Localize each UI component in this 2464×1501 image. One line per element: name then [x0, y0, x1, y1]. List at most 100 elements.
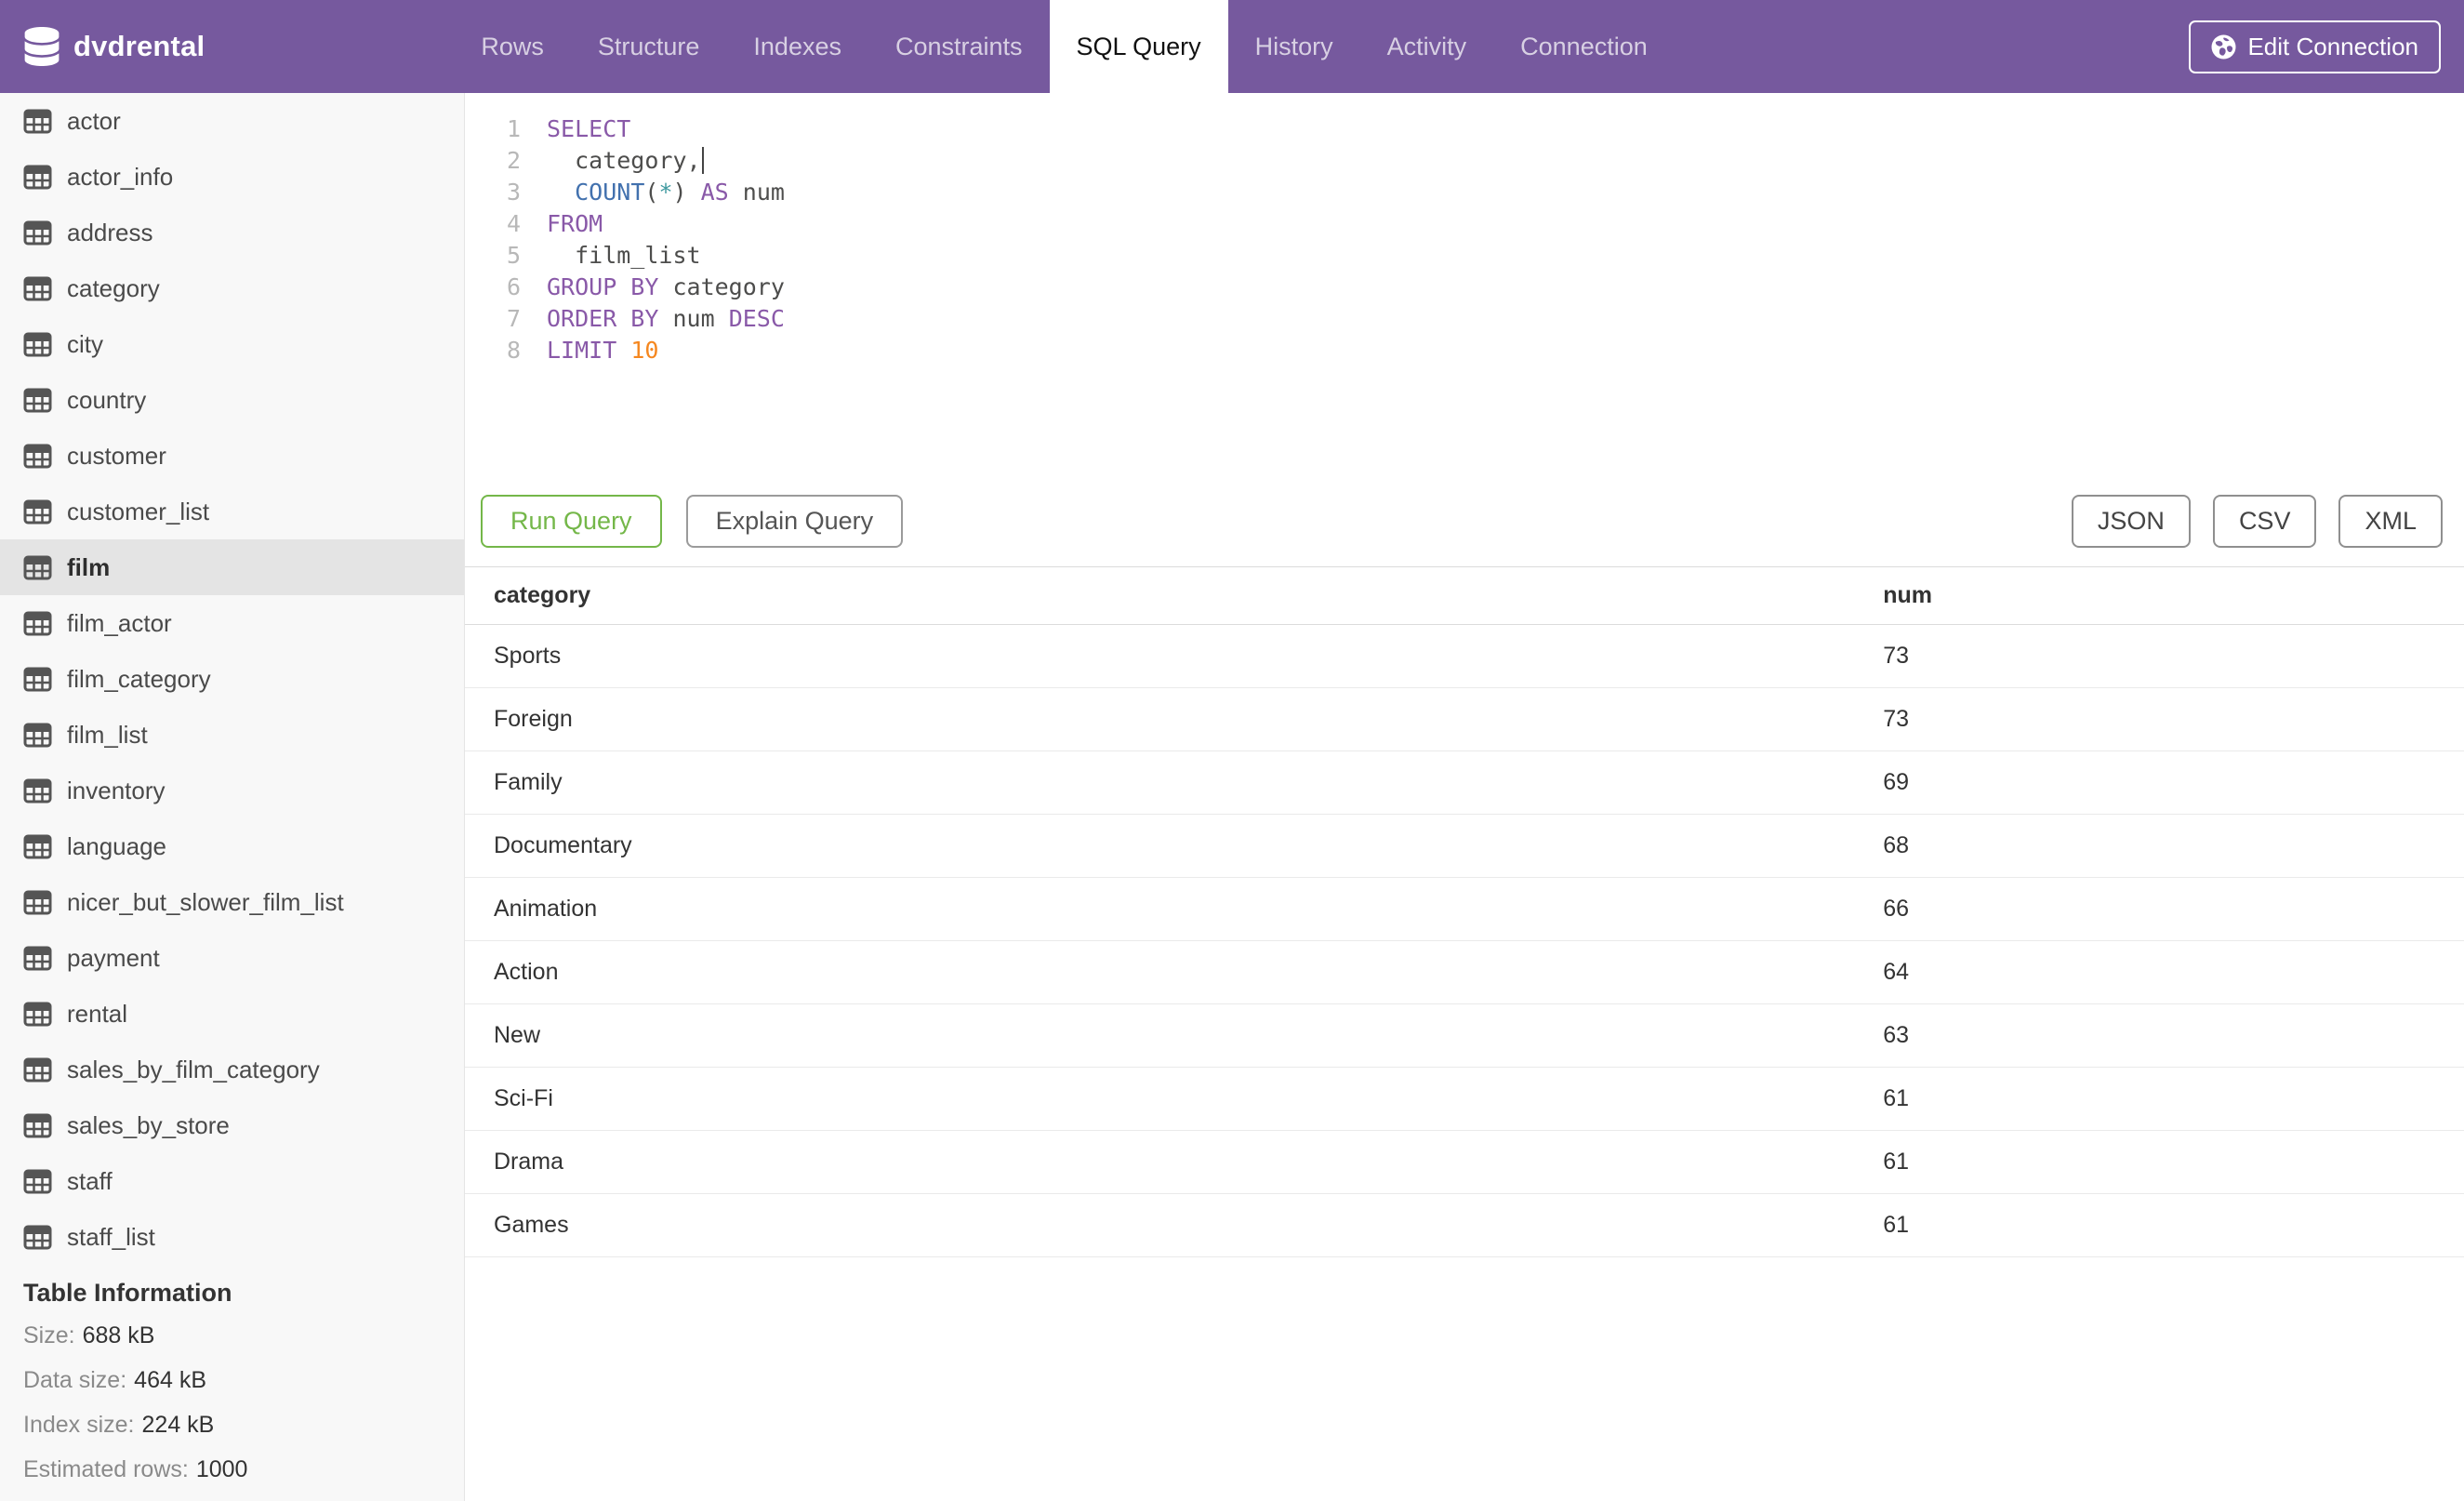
sidebar-table-item-film-list[interactable]: film_list	[0, 707, 464, 763]
cell-num[interactable]: 73	[1854, 687, 2464, 751]
cell-category[interactable]: Sci-Fi	[465, 1067, 1855, 1131]
code-line: 4 FROM	[465, 208, 2464, 240]
result-row[interactable]: Animation 66	[465, 877, 2464, 941]
result-row[interactable]: New 63	[465, 1003, 2464, 1068]
column-header-category: category	[465, 566, 1855, 625]
cell-category[interactable]: Drama	[465, 1130, 1855, 1194]
cell-category[interactable]: Games	[465, 1193, 1855, 1257]
sidebar-table-item-actor[interactable]: actor	[0, 93, 464, 149]
table-name: payment	[67, 943, 160, 972]
cell-category[interactable]: Family	[465, 750, 1855, 815]
table-icon	[23, 778, 52, 803]
tab-activity[interactable]: Activity	[1360, 0, 1494, 93]
run-query-button[interactable]: Run Query	[481, 495, 662, 548]
cell-category[interactable]: Action	[465, 940, 1855, 1004]
tab-indexes[interactable]: Indexes	[726, 0, 868, 93]
table-name: actor	[67, 106, 121, 135]
results-area: category num Sports 73 Foreign 73 Family…	[465, 566, 2464, 1501]
result-row[interactable]: Drama 61	[465, 1130, 2464, 1194]
sidebar-table-item-sales-by-film-category[interactable]: sales_by_film_category	[0, 1042, 464, 1097]
sidebar-table-item-staff[interactable]: staff	[0, 1153, 464, 1209]
edit-connection-button[interactable]: Edit Connection	[2189, 20, 2441, 73]
cell-category[interactable]: Animation	[465, 877, 1855, 941]
table-info-stat: Data size: 464 kB	[23, 1366, 207, 1393]
cell-category[interactable]: Foreign	[465, 687, 1855, 751]
cell-num[interactable]: 66	[1854, 877, 2464, 941]
tab-history[interactable]: History	[1228, 0, 1360, 93]
sidebar-table-item-customer-list[interactable]: customer_list	[0, 484, 464, 539]
result-row[interactable]: Documentary 68	[465, 814, 2464, 878]
sidebar-table-item-actor-info[interactable]: actor_info	[0, 149, 464, 205]
table-icon	[23, 1225, 52, 1249]
code-line: 7 ORDER BY num DESC	[465, 303, 2464, 335]
export-button-csv[interactable]: CSV	[2212, 495, 2317, 548]
cell-category[interactable]: New	[465, 1003, 1855, 1068]
table-icon	[23, 332, 52, 356]
export-button-xml[interactable]: XML	[2338, 495, 2443, 548]
result-row[interactable]: Family 69	[465, 750, 2464, 815]
result-row[interactable]: Foreign 73	[465, 687, 2464, 751]
table-name: category	[67, 273, 160, 302]
sql-editor[interactable]: 1 SELECT 2 category, 3 COUNT(*) AS num 4…	[465, 93, 2464, 366]
table-name: customer	[67, 441, 166, 470]
result-row[interactable]: Games 61	[465, 1193, 2464, 1257]
cell-num[interactable]: 73	[1854, 624, 2464, 688]
code-line: 8 LIMIT 10	[465, 335, 2464, 366]
tab-constraints[interactable]: Constraints	[868, 0, 1050, 93]
table-icon	[23, 834, 52, 858]
table-icon	[23, 1169, 52, 1193]
sidebar-table-item-sales-by-store[interactable]: sales_by_store	[0, 1097, 464, 1153]
sidebar-table-item-payment[interactable]: payment	[0, 930, 464, 986]
sidebar-table-item-film[interactable]: film	[0, 539, 464, 595]
tab-sql-query[interactable]: SQL Query	[1049, 0, 1228, 93]
sidebar-table-item-film-actor[interactable]: film_actor	[0, 595, 464, 651]
table-icon	[23, 1113, 52, 1137]
sidebar-table-item-country[interactable]: country	[0, 372, 464, 428]
table-icon	[23, 388, 52, 412]
cell-category[interactable]: Sports	[465, 624, 1855, 688]
cell-category[interactable]: Documentary	[465, 814, 1855, 878]
sidebar-table-item-city[interactable]: city	[0, 316, 464, 372]
table-info-stat: Size: 688 kB	[23, 1322, 155, 1348]
cell-num[interactable]: 61	[1854, 1067, 2464, 1131]
table-icon	[23, 1057, 52, 1082]
sidebar-table-item-inventory[interactable]: inventory	[0, 763, 464, 818]
table-icon	[23, 723, 52, 747]
table-name: film_category	[67, 664, 211, 693]
table-name: city	[67, 329, 103, 358]
globe-icon	[2211, 34, 2236, 59]
table-name: nicer_but_slower_film_list	[67, 887, 344, 916]
sidebar-table-item-nicer-but-slower-film-list[interactable]: nicer_but_slower_film_list	[0, 874, 464, 930]
line-number: 3	[506, 179, 521, 206]
code-line: 3 COUNT(*) AS num	[465, 177, 2464, 208]
result-row[interactable]: Action 64	[465, 940, 2464, 1004]
explain-query-button[interactable]: Explain Query	[685, 495, 904, 548]
sidebar-table-item-staff-list[interactable]: staff_list	[0, 1209, 464, 1265]
cell-num[interactable]: 61	[1854, 1130, 2464, 1194]
column-header-num: num	[1854, 566, 2464, 625]
cell-num[interactable]: 69	[1854, 750, 2464, 815]
tab-connection[interactable]: Connection	[1493, 0, 1675, 93]
result-row[interactable]: Sports 73	[465, 624, 2464, 688]
tab-rows[interactable]: Rows	[454, 0, 571, 93]
cell-num[interactable]: 64	[1854, 940, 2464, 1004]
top-navigation-bar: dvdrental Rows Structure Indexes Constraint…	[0, 0, 2464, 93]
cell-num[interactable]: 68	[1854, 814, 2464, 878]
sidebar-table-item-rental[interactable]: rental	[0, 986, 464, 1042]
sidebar-table-item-address[interactable]: address	[0, 205, 464, 260]
result-row[interactable]: Sci-Fi 61	[465, 1067, 2464, 1131]
line-number: 8	[506, 337, 521, 364]
export-button-json[interactable]: JSON	[2071, 495, 2191, 548]
sidebar-table-item-category[interactable]: category	[0, 260, 464, 316]
table-name: inventory	[67, 776, 166, 804]
sidebar-table-item-language[interactable]: language	[0, 818, 464, 874]
table-icon	[23, 444, 52, 468]
table-name: film	[67, 552, 111, 581]
tab-structure[interactable]: Structure	[571, 0, 727, 93]
sidebar-table-item-customer[interactable]: customer	[0, 428, 464, 484]
sidebar-table-item-film-category[interactable]: film_category	[0, 651, 464, 707]
cell-num[interactable]: 61	[1854, 1193, 2464, 1257]
cell-num[interactable]: 63	[1854, 1003, 2464, 1068]
table-information-stats: Size: 688 kB Data size: 464 kB Index siz…	[0, 1313, 464, 1492]
table-name: sales_by_film_category	[67, 1055, 320, 1083]
